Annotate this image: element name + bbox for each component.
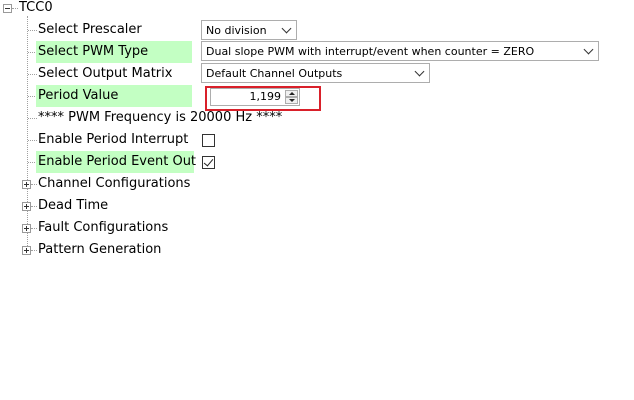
expand-icon[interactable] [22,202,31,211]
group-fault-configurations[interactable]: Fault Configurations [36,217,168,239]
plus-v [26,182,27,187]
checkmark-icon [203,156,214,167]
spin-down-button[interactable] [285,97,298,104]
output-matrix-dropdown[interactable]: Default Channel Outputs [201,63,430,83]
tree-connector [28,118,37,119]
triangle-up-icon [289,92,295,95]
period-value-input[interactable]: 1,199 [250,89,282,105]
pwm-type-dropdown[interactable]: Dual slope PWM with interrupt/event when… [201,41,599,61]
period-event-out-label: Enable Period Event Out [36,151,196,173]
plus-v [26,248,27,253]
pwm-type-label: Select PWM Type [36,41,192,63]
collapse-tcc0-icon[interactable] [3,4,12,13]
period-event-out-checkbox[interactable] [202,156,215,169]
pwm-type-value: Dual slope PWM with interrupt/event when… [206,45,535,58]
triangle-down-icon [289,99,295,102]
output-matrix-label: Select Output Matrix [38,66,173,81]
group-dead-time[interactable]: Dead Time [36,195,108,217]
period-interrupt-checkbox[interactable] [202,134,215,147]
expand-icon[interactable] [22,180,31,189]
minus-icon [5,8,10,9]
plus-v [26,226,27,231]
period-interrupt-label: Enable Period Interrupt [38,132,189,147]
prescaler-label: Select Prescaler [38,22,142,37]
expand-icon[interactable] [22,246,31,255]
group-pattern-generation[interactable]: Pattern Generation [36,239,161,261]
plus-v [26,204,27,209]
spin-up-button[interactable] [285,90,298,97]
period-value-spinner[interactable]: 1,199 [210,88,300,106]
period-value-label: Period Value [36,85,192,107]
pwm-frequency-text: **** PWM Frequency is 20000 Hz **** [38,110,283,125]
expand-icon[interactable] [22,224,31,233]
chevron-down-icon [281,23,292,34]
group-channel-configurations[interactable]: Channel Configurations [36,173,190,195]
output-matrix-value: Default Channel Outputs [206,67,343,80]
chevron-down-icon [583,44,594,55]
prescaler-dropdown[interactable]: No division [201,20,297,40]
prescaler-value: No division [206,24,267,37]
tree-connector [12,8,18,9]
chevron-down-icon [414,66,425,77]
tree-root-label[interactable]: TCC0 [19,0,53,16]
